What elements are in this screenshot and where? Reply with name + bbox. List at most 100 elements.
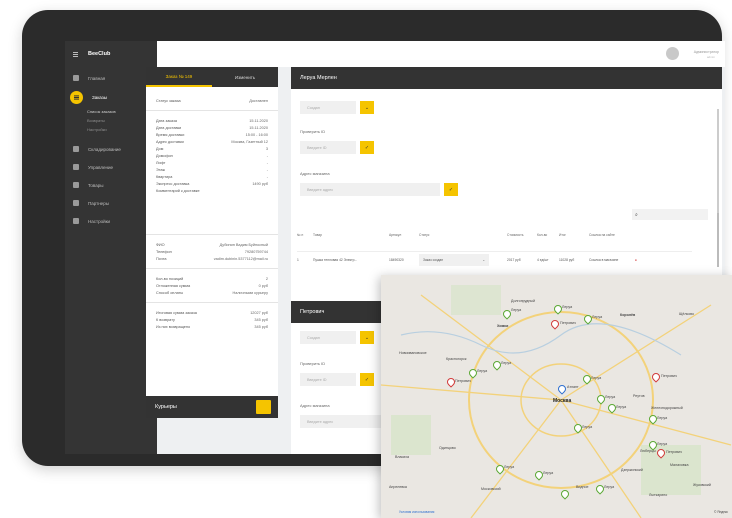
detail-value: 12027 руб	[250, 310, 268, 315]
detail-value: 15:00 - 16:00	[245, 132, 268, 137]
project-id-input[interactable]: Введите ID	[300, 373, 356, 386]
couriers-bar: Курьеры	[146, 396, 278, 418]
row-status-select[interactable]: Заказ создан ⌄	[419, 254, 489, 266]
couriers-toggle-button[interactable]	[256, 400, 271, 414]
partners-icon	[73, 200, 79, 206]
detail-row: Итоговая сумма заказа 12027 руб	[146, 309, 278, 316]
sidebar-item-goods[interactable]: Товары ›	[65, 176, 157, 194]
map-place-label: Реутов	[633, 394, 645, 398]
map-footer: Условия использования	[399, 510, 434, 514]
table-scrollbar[interactable]	[717, 213, 719, 267]
tab-order[interactable]: Заказ № 149	[146, 67, 212, 87]
row-status: Заказ создан ⌄	[419, 254, 507, 266]
table-header: № п Товар Артикул Статус Стоимость Кол-в…	[297, 233, 692, 237]
detail-row: Квартира -	[146, 173, 278, 180]
sidebar-item-label: Заказы	[92, 94, 108, 100]
detail-key: Отложенная сумма	[156, 283, 191, 288]
check-icon[interactable]: ✓	[444, 183, 458, 196]
panel-scrollbar[interactable]	[717, 109, 719, 219]
map-terms-link[interactable]: Условия использования	[399, 510, 434, 514]
chevron-down-icon: ⌄	[482, 258, 485, 262]
map-place-label: Видное	[576, 485, 589, 489]
detail-row: Домофон -	[146, 152, 278, 159]
sidebar-item-partners[interactable]: Партнеры ›	[65, 194, 157, 212]
map-place-label: Долгопрудный	[511, 299, 535, 303]
map-pin-label: Атлант	[567, 385, 579, 389]
column-header[interactable]: № п	[297, 233, 313, 237]
petrovich-status-select[interactable]: Создан	[300, 331, 356, 344]
row-total: 11028 руб	[559, 258, 575, 262]
detail-value: -	[266, 167, 268, 172]
sidebar-subitem-settings[interactable]: Настройки	[65, 125, 157, 134]
detail-value: -	[266, 160, 268, 165]
check-icon[interactable]: ✓	[360, 141, 374, 154]
row-status-value: Заказ создан	[423, 258, 444, 262]
map-pin-label: Леруа	[657, 442, 668, 446]
detail-key: Время доставки	[156, 132, 185, 137]
order-payment: Кол-во позиций 2 Отложенная сумма 0 руб Спос…	[146, 275, 278, 296]
detail-value: Наличными курьеру	[232, 290, 268, 295]
table-row[interactable]: 1 Пушка тепловая 42 Электр... 18490320 З…	[297, 251, 692, 268]
store-address-row: Введите адрес ✓	[300, 183, 458, 196]
column-header[interactable]: Итог	[559, 233, 589, 237]
sidebar-item-settings[interactable]: Настройки ›	[65, 212, 157, 230]
map-place-label: Московский	[481, 487, 501, 491]
detail-row: Экспресс доставка 1490 руб	[146, 180, 278, 187]
check-icon[interactable]: ✓	[360, 373, 374, 386]
project-id-input[interactable]: Введите ID	[300, 141, 356, 154]
map-pin-label: Леруа	[543, 471, 554, 475]
detail-row: Дом 3	[146, 145, 278, 152]
row-product: Пушка тепловая 42 Электр...	[313, 258, 358, 262]
order-status-row: Статус заказа Доставлен	[146, 97, 278, 104]
map-overlay[interactable]: Москва Долгопрудный Химки Королёв Щёлков…	[381, 275, 732, 518]
map-pin-label: Леруа	[591, 376, 602, 380]
sidebar-item-orders[interactable]: Заказы ⌄	[65, 87, 157, 107]
column-header[interactable]: Ссылка на сайте	[589, 233, 639, 237]
detail-key: Дом	[156, 146, 164, 151]
row-link[interactable]: Ссылка в магазине	[589, 258, 635, 262]
chevron-down-icon[interactable]: ⌄	[360, 331, 374, 344]
map-place-label: Малаховка	[670, 463, 689, 467]
detail-value: 0 руб	[258, 283, 268, 288]
store-status-select[interactable]: Создан	[300, 101, 356, 114]
sidebar-item-label: Партнеры	[88, 200, 109, 206]
sidebar-item-manage[interactable]: Управление ›	[65, 158, 157, 176]
order-details: Дата заказа 15.11.2020 Дата доставки 15.11.…	[146, 117, 278, 194]
map-place-label: Красногорск	[446, 357, 467, 361]
map-pin-label: Леруа	[562, 305, 573, 309]
chevron-down-icon[interactable]: ⌄	[360, 101, 374, 114]
order-tabs: Заказ № 149 Изменить	[146, 67, 278, 87]
avatar[interactable]	[666, 47, 679, 60]
tab-edit[interactable]: Изменить	[212, 67, 278, 87]
detail-key: К возврату	[156, 317, 175, 322]
detail-value: -	[266, 174, 268, 179]
menu-icon[interactable]	[73, 53, 78, 55]
row-sku: 18490320	[389, 258, 404, 262]
detail-key: Дата доставки	[156, 125, 182, 130]
delete-icon[interactable]: ●	[635, 258, 639, 262]
detail-value: Москва, Газетный 12	[231, 139, 268, 144]
column-header[interactable]: Стоимость	[507, 233, 537, 237]
detail-row: Почта vadim.dubinin.5377112@mail.ru	[146, 255, 278, 262]
detail-row: Время доставки 15:00 - 16:00	[146, 131, 278, 138]
table-search-input[interactable]: ⌕	[632, 209, 708, 220]
sidebar-subitem-returns[interactable]: Возвраты	[65, 116, 157, 125]
detail-key: Телефон	[156, 249, 172, 254]
detail-value: 2	[265, 276, 268, 281]
store-address-input[interactable]: Введите адрес	[300, 183, 440, 196]
detail-value: vadim.dubinin.5377112@mail.ru	[213, 256, 268, 261]
column-header[interactable]: Артикул	[389, 233, 419, 237]
detail-row: Кол-во позиций 2	[146, 275, 278, 282]
detail-row: Адрес доставки Москва, Газетный 12	[146, 138, 278, 145]
detail-value: 3	[265, 146, 268, 151]
map-place-label: Жуковский	[693, 483, 711, 487]
column-header[interactable]: Кол-во	[537, 233, 559, 237]
sidebar-subitem-order-list[interactable]: Список заказов	[65, 107, 157, 116]
manage-icon	[73, 164, 79, 170]
sidebar-item-home[interactable]: Главная	[65, 69, 157, 87]
column-header[interactable]: Статус	[419, 233, 507, 237]
map-place-label: Железнодорожный	[651, 406, 683, 410]
store-status-row: Создан ⌄	[300, 101, 374, 114]
column-header[interactable]: Товар	[313, 233, 389, 237]
sidebar-item-storage[interactable]: Складирование ›	[65, 140, 157, 158]
